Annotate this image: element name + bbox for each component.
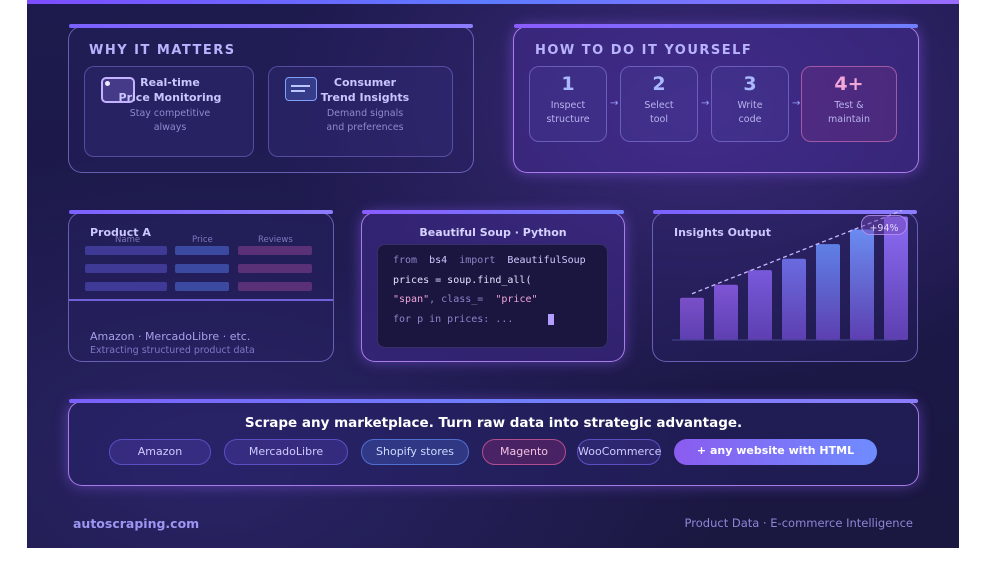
- card-title-line1: Consumer: [333, 76, 397, 89]
- card-title-line2: Trend Insights: [320, 91, 410, 104]
- code-line-1: from bs4 import BeautifulSoup: [393, 255, 586, 266]
- step-label-1: Write: [737, 100, 763, 111]
- col-header-price: Price: [192, 235, 213, 245]
- table-cell: [238, 246, 312, 255]
- why-it-matters-title: WHY IT MATTERS: [89, 43, 236, 58]
- table-cell: [85, 282, 167, 291]
- step-label-2: maintain: [828, 114, 870, 125]
- step-label-1: Inspect: [550, 100, 586, 111]
- card-title-line2: Price Monitoring: [118, 91, 222, 104]
- code-line-2: prices = soup.find_all(: [393, 275, 532, 286]
- col-header-reviews: Reviews: [258, 235, 293, 245]
- table-cell: [175, 282, 229, 291]
- panel-accent: [514, 24, 918, 28]
- table-cell: [175, 264, 229, 273]
- step-number: 4+: [834, 73, 864, 95]
- step-label-1: Select: [644, 100, 674, 111]
- text-cursor: [548, 314, 554, 325]
- table-cell: [175, 246, 229, 255]
- panel-accent: [69, 24, 473, 28]
- step-label-2: tool: [650, 114, 668, 125]
- card-title-line1: Real-time: [140, 76, 200, 89]
- arrow-right-icon: →: [701, 98, 710, 109]
- table-cell: [238, 282, 312, 291]
- step-label-1: Test &: [834, 100, 864, 111]
- marketplace-pill-shopify[interactable]: Shopify stores: [361, 439, 469, 465]
- step-number: 1: [561, 73, 575, 95]
- product-caption: Amazon · MercadoLibre · etc.: [90, 330, 251, 343]
- price-monitoring-card: Real-time Price Monitoring Stay competit…: [84, 66, 254, 157]
- code-title: Beautiful Soup · Python: [419, 226, 567, 239]
- arrow-right-icon: →: [792, 98, 801, 109]
- banner-canvas: WHY IT MATTERS Real-time Price Monitorin…: [27, 0, 959, 548]
- card-sub-line1: Demand signals: [326, 108, 404, 119]
- growth-badge: +94%: [861, 215, 907, 235]
- top-accent-bar: [27, 0, 959, 4]
- how-to-title: HOW TO DO IT YOURSELF: [535, 43, 753, 58]
- step-number: 2: [652, 73, 666, 95]
- step-2: 2 Select tool: [620, 66, 698, 142]
- step-number: 3: [743, 73, 757, 95]
- code-line-3: "span", class_= "price": [393, 294, 538, 305]
- step-4: 4+ Test & maintain: [801, 66, 897, 142]
- panel-accent: [362, 210, 624, 214]
- trend-insights-card: Consumer Trend Insights Demand signals a…: [268, 66, 453, 157]
- marketplace-pill-amazon[interactable]: Amazon: [109, 439, 211, 465]
- card-sub-line2: and preferences: [326, 122, 404, 133]
- footer-brand[interactable]: autoscraping.com: [73, 516, 199, 531]
- code-line-4: for p in prices: ...: [393, 314, 514, 325]
- table-cell: [85, 246, 167, 255]
- table-cell: [238, 264, 312, 273]
- footer-tagline: Product Data · E-commerce Intelligence: [684, 516, 913, 530]
- product-table-divider: [69, 299, 333, 301]
- product-subcaption: Extracting structured product data: [90, 345, 255, 356]
- card-sub-line2: always: [153, 122, 187, 133]
- marketplace-pill-magento[interactable]: Magento: [482, 439, 566, 465]
- card-sub-line1: Stay competitive: [129, 108, 211, 119]
- marketplace-pill-any-website[interactable]: + any website with HTML: [674, 439, 877, 465]
- banner-headline: Scrape any marketplace. Turn raw data in…: [244, 415, 743, 431]
- step-1: 1 Inspect structure: [529, 66, 607, 142]
- step-label-2: structure: [546, 114, 590, 125]
- growth-badge-label: +94%: [869, 223, 899, 234]
- step-label-2: code: [738, 114, 762, 125]
- panel-accent: [69, 210, 333, 214]
- marketplace-pill-mercadolibre[interactable]: MercadoLibre: [224, 439, 348, 465]
- marketplace-pill-woocommerce[interactable]: WooCommerce: [577, 439, 661, 465]
- table-cell: [85, 264, 167, 273]
- code-editor: from bs4 import BeautifulSoup prices = s…: [377, 244, 608, 348]
- col-header-name: Name: [115, 235, 141, 245]
- insights-title: Insights Output: [674, 226, 771, 239]
- step-3: 3 Write code: [711, 66, 789, 142]
- panel-accent: [653, 210, 917, 214]
- arrow-right-icon: →: [610, 98, 619, 109]
- panel-accent: [69, 399, 918, 403]
